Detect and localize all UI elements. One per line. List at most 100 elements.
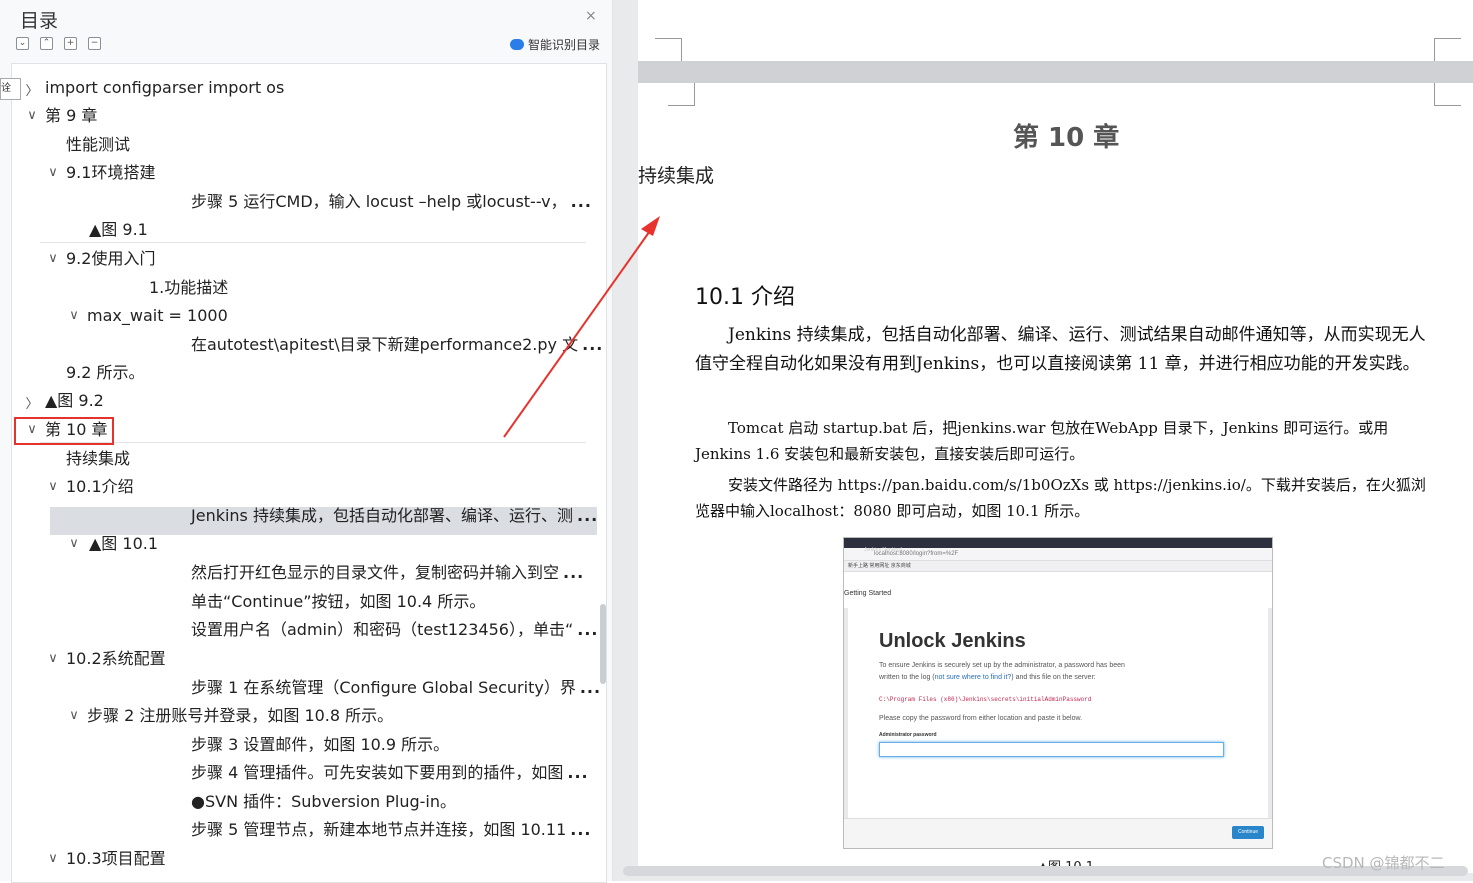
tooltip-stub: 诠节 <box>0 78 21 100</box>
toc-item-label: 单击“Continue”按钮，如图 10.4 所示。 <box>191 592 486 611</box>
toc-item-ellipsis: ... <box>576 506 599 525</box>
toc-item[interactable]: 性能测试 <box>66 131 130 159</box>
help-link: not sure where to find it? <box>934 674 1012 681</box>
password-file-path: C:\Program Files (x86)\Jenkins\secrets\i… <box>879 696 1092 703</box>
chevron-right-icon[interactable]: 〉 <box>25 80 39 99</box>
toc-item[interactable]: 第 9 章 <box>45 102 97 130</box>
toc-item[interactable]: 9.2 所示。 <box>66 359 145 387</box>
toc-item-ellipsis: ... <box>567 763 589 782</box>
toc-item[interactable]: ▲图 10.1 <box>89 530 158 558</box>
chevron-down-icon[interactable]: ∨ <box>46 251 60 266</box>
toc-item[interactable]: 10.2系统配置 <box>66 645 166 673</box>
toc-item[interactable]: 持续集成 <box>66 445 130 473</box>
toc-item-label: 步骤 3 设置邮件，如图 10.9 所示。 <box>191 735 450 754</box>
previous-page-bottom <box>638 0 1473 61</box>
toc-item[interactable]: 步骤 2 注册账号并登录，如图 10.8 所示。 <box>87 702 393 730</box>
toc-item[interactable]: 单击“Continue”按钮，如图 10.4 所示。 <box>191 588 485 616</box>
continue-button: Continue <box>1232 826 1264 839</box>
toc-item[interactable]: 步骤 5 管理节点，新建本地节点并连接，如图 10.11... <box>191 816 591 844</box>
toc-title: 目录 <box>20 10 59 32</box>
document-view[interactable]: 第 10 章 持续集成 10.1 介绍 Jenkins 持续集成，包括自动化部署… <box>613 0 1473 881</box>
toc-item-ellipsis: ... <box>582 335 604 354</box>
toc-item[interactable]: ▲图 9.1 <box>89 216 148 244</box>
desc-line-2b: ) and this file on the server: <box>1011 674 1096 681</box>
toc-item-label: 1.功能描述 <box>149 278 229 297</box>
chapter-heading: 第 10 章 <box>1013 123 1120 153</box>
toc-item[interactable]: 步骤 4 管理插件。可先安装如下要用到的插件，如图... <box>191 759 589 787</box>
please-copy-text: Please copy the password from either loc… <box>879 715 1083 722</box>
chevron-down-icon[interactable]: ∨ <box>25 108 39 123</box>
toc-item[interactable]: 9.1环境搭建 <box>66 159 155 187</box>
chevron-down-icon[interactable]: ∨ <box>67 308 81 323</box>
unlock-description: To ensure Jenkins is securely set up by … <box>879 660 1219 684</box>
chevron-down-icon[interactable]: ∨ <box>46 851 60 866</box>
bookmarks-bar: 新手上路 常用网址 京东商城 <box>844 561 1272 572</box>
chevron-down-icon[interactable]: ∨ <box>46 479 60 494</box>
toc-item-label: ▲图 10.1 <box>89 534 159 553</box>
toc-item[interactable]: 1.功能描述 <box>149 274 228 302</box>
toc-item-label: 步骤 4 管理插件。可先安装如下要用到的插件，如图 <box>191 763 564 782</box>
chapter-10-highlight-box <box>14 417 114 445</box>
admin-password-label: Administrator password <box>879 732 937 738</box>
crop-mark <box>1434 83 1461 106</box>
toc-list: 〉 import configparser import os ∨ 第 9 章性能测试… <box>11 63 607 883</box>
toc-item-label: 性能测试 <box>66 135 131 154</box>
toc-item-label: 然后打开红色显示的目录文件，复制密码并输入到空 <box>191 563 560 582</box>
toc-item-label: ▲图 9.2 <box>45 391 104 410</box>
toc-item[interactable]: 步骤 5 运行CMD，输入 locust –help 或locust--v，..… <box>191 188 592 216</box>
toc-item-ellipsis: ... <box>570 820 592 839</box>
expand-up-icon[interactable]: ⌃ <box>40 37 53 50</box>
chevron-down-icon[interactable]: ∨ <box>46 165 60 180</box>
toc-item-label: ●SVN 插件：Subversion Plug-in。 <box>191 792 457 811</box>
jenkins-screenshot: Jenkins [Jenkins] localhost:8080/login?f… <box>843 537 1273 849</box>
toc-item[interactable]: ▲图 9.2 <box>45 387 104 415</box>
smart-recognize-button[interactable]: 智能识别目录 <box>510 36 600 53</box>
toc-item-label: 第 9 章 <box>45 106 98 125</box>
toc-item[interactable]: 在autotest\apitest\目录下新建performance2.py 文… <box>191 331 603 359</box>
toc-item[interactable]: 设置用户名（admin）和密码（test123456），单击“... <box>191 616 598 644</box>
watermark: CSDN @锦都不二 <box>1322 854 1445 872</box>
toc-item[interactable]: import configparser import os <box>45 74 284 102</box>
toc-item[interactable]: 然后打开红色显示的目录文件，复制密码并输入到空... <box>191 559 584 587</box>
url-bar: localhost:8080/login?from=%2F <box>844 548 1272 561</box>
paragraph: 安装文件路径为 https://pan.baidu.com/s/1b0OzXs … <box>695 476 1426 520</box>
browser-tab-bar: Jenkins [Jenkins] <box>844 538 1272 553</box>
toc-item[interactable]: 步骤 3 设置邮件，如图 10.9 所示。 <box>191 731 449 759</box>
toc-item-label: 在autotest\apitest\目录下新建performance2.py 文 <box>191 335 579 354</box>
toc-panel: 目录 × ⌄ ⌃ + − 智能识别目录 〉 import configparser… <box>0 0 613 883</box>
add-item-icon[interactable]: + <box>64 37 77 50</box>
toc-item-ellipsis: ... <box>579 678 602 697</box>
toc-item[interactable]: 10.3项目配置 <box>66 845 166 873</box>
remove-item-icon[interactable]: − <box>88 37 101 50</box>
toc-item[interactable]: Jenkins 持续集成，包括自动化部署、编译、运行、测... <box>191 502 598 530</box>
toc-item-label: 10.3项目配置 <box>66 849 166 868</box>
toc-item[interactable]: max_wait = 1000 <box>87 302 228 330</box>
chevron-down-icon[interactable]: ∨ <box>46 651 60 666</box>
desc-line-2a: written to the log ( <box>879 674 935 681</box>
getting-started-label: Getting Started <box>844 590 892 597</box>
chevron-down-icon[interactable]: ∨ <box>67 536 81 551</box>
toc-item-label: 步骤 5 管理节点，新建本地节点并连接，如图 10.11 <box>191 820 567 839</box>
toc-item-label: 步骤 5 运行CMD，输入 locust –help 或locust--v， <box>191 192 567 211</box>
toc-item-label: Jenkins 持续集成，包括自动化部署、编译、运行、测 <box>191 506 573 525</box>
section-title: 10.1 介绍 <box>695 285 795 310</box>
toc-scrollbar[interactable] <box>600 604 606 684</box>
chevron-down-icon[interactable]: ∨ <box>67 708 81 723</box>
collapse-all-icon[interactable]: ⌄ <box>16 37 29 50</box>
toc-item[interactable]: 步骤 1 在系统管理（Configure Global Security）界..… <box>191 674 601 702</box>
toc-item[interactable]: 9.2使用入门 <box>66 245 155 273</box>
toc-item-label: max_wait = 1000 <box>87 306 228 325</box>
chapter-subtitle: 持续集成 <box>638 165 715 187</box>
toc-item-label: 步骤 1 在系统管理（Configure Global Security）界 <box>191 678 576 697</box>
chevron-right-icon[interactable]: 〉 <box>25 393 39 412</box>
close-icon[interactable]: × <box>585 8 597 24</box>
toc-item[interactable]: ●SVN 插件：Subversion Plug-in。 <box>191 788 456 816</box>
toc-item-label: import configparser import os <box>45 78 285 97</box>
document-page: 第 10 章 持续集成 10.1 介绍 Jenkins 持续集成，包括自动化部署… <box>638 83 1473 875</box>
toc-item-ellipsis: ... <box>577 620 599 639</box>
toc-item[interactable]: 10.1介绍 <box>66 473 134 501</box>
admin-password-input <box>879 742 1224 757</box>
toc-item-label: 10.1介绍 <box>66 477 134 496</box>
crop-mark <box>655 38 682 61</box>
toc-item-label: 9.2使用入门 <box>66 249 156 268</box>
